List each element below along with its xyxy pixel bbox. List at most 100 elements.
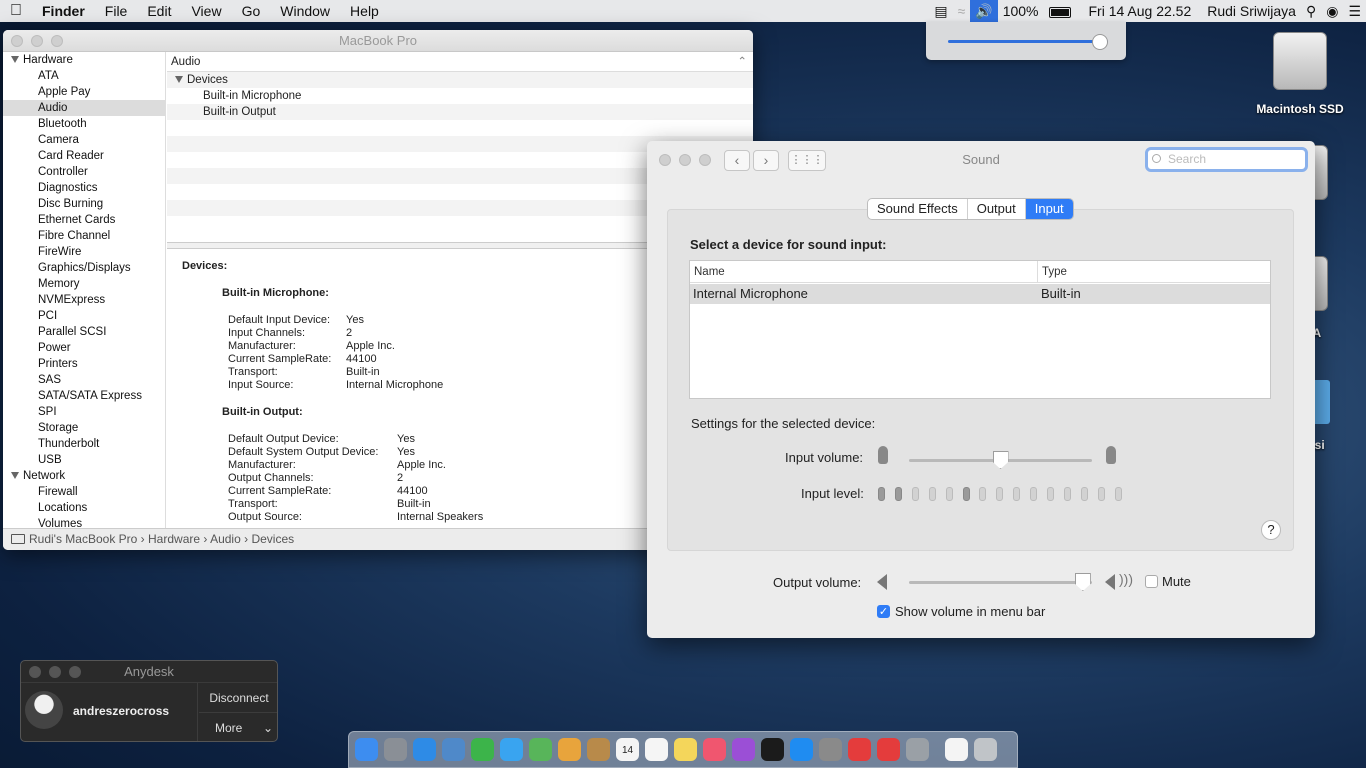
finder-icon[interactable] (355, 738, 378, 761)
music-icon[interactable] (703, 738, 726, 761)
sidebar-item[interactable]: ATA (3, 68, 165, 84)
disclosure-triangle-icon[interactable] (175, 76, 183, 84)
safari-icon[interactable] (413, 738, 436, 761)
sidebar-item[interactable]: SAS (3, 372, 165, 388)
show-all-grid-icon[interactable]: ⋮⋮⋮ (788, 150, 826, 171)
anydesk-alt-icon[interactable] (877, 738, 900, 761)
tree-item[interactable]: Built-in Output (167, 104, 753, 120)
menu-go[interactable]: Go (232, 3, 271, 19)
sidebar-item[interactable]: Firewall (3, 484, 165, 500)
tab-output[interactable]: Output (968, 199, 1026, 219)
calendar-icon[interactable]: 14 (616, 738, 639, 761)
menu-file[interactable]: File (95, 3, 138, 19)
sidebar-item[interactable]: SATA/SATA Express (3, 388, 165, 404)
sidebar-item[interactable]: Printers (3, 356, 165, 372)
clock[interactable]: Fri 14 Aug 22.52 (1084, 3, 1197, 19)
messages-icon[interactable] (500, 738, 523, 761)
search-input[interactable]: Search (1145, 147, 1308, 172)
siri-icon[interactable]: ◉ (1321, 3, 1343, 20)
disclosure-triangle-icon[interactable] (11, 56, 19, 64)
column-header-type[interactable]: Type (1038, 261, 1270, 283)
more-button[interactable]: More ⌄ (199, 713, 277, 741)
user-name[interactable]: Rudi Sriwijaya (1202, 3, 1301, 19)
app-store-icon[interactable] (790, 738, 813, 761)
tv-icon[interactable] (761, 738, 784, 761)
zoom-button[interactable] (51, 35, 63, 47)
sidebar-item[interactable]: Graphics/Displays (3, 260, 165, 276)
sidebar-item[interactable]: Thunderbolt (3, 436, 165, 452)
volume-slider-knob[interactable] (1092, 34, 1108, 50)
facetime-icon[interactable] (471, 738, 494, 761)
notification-center-icon[interactable]: ☰ (1343, 3, 1366, 20)
menu-help[interactable]: Help (340, 3, 389, 19)
sidebar-item[interactable]: Volumes (3, 516, 165, 528)
column-header-name[interactable]: Name (690, 261, 1038, 283)
sidebar-item[interactable]: USB (3, 452, 165, 468)
notes-icon[interactable] (587, 738, 610, 761)
table-row[interactable]: Internal Microphone Built-in (690, 284, 1270, 304)
path-item[interactable]: Rudi's MacBook Pro (29, 532, 137, 546)
path-item[interactable]: Audio (210, 532, 241, 546)
maps-icon[interactable] (529, 738, 552, 761)
stickies-icon[interactable] (674, 738, 697, 761)
tree-item[interactable]: Built-in Microphone (167, 88, 753, 104)
sidebar-item[interactable]: Diagnostics (3, 180, 165, 196)
sidebar-item[interactable]: Disc Burning (3, 196, 165, 212)
volume-slider-track[interactable] (948, 40, 1108, 43)
system-preferences-icon[interactable] (819, 738, 842, 761)
sidebar-item[interactable]: Ethernet Cards (3, 212, 165, 228)
spotlight-search-icon[interactable]: ⚲ (1301, 3, 1321, 20)
battery-icon[interactable] (1044, 3, 1076, 19)
minimize-button[interactable] (31, 35, 43, 47)
close-button[interactable] (659, 154, 671, 166)
output-volume-slider[interactable] (909, 581, 1092, 584)
sidebar-group-network[interactable]: Network (3, 468, 165, 484)
minimize-button[interactable] (49, 666, 61, 678)
disclosure-triangle-icon[interactable] (11, 472, 19, 480)
sidebar-item[interactable]: NVMExpress (3, 292, 165, 308)
menu-app-name[interactable]: Finder (32, 3, 95, 19)
forward-button[interactable]: › (753, 150, 779, 171)
volume-menu-icon[interactable]: 🔊 (970, 0, 998, 22)
sidebar-item[interactable]: Fibre Channel (3, 228, 165, 244)
sidebar-item[interactable]: SPI (3, 404, 165, 420)
window-titlebar[interactable]: MacBook Pro (3, 30, 753, 52)
window-titlebar[interactable]: Anydesk (21, 661, 277, 683)
sidebar-item[interactable]: Camera (3, 132, 165, 148)
preview-icon[interactable] (442, 738, 465, 761)
sidebar-item[interactable]: Locations (3, 500, 165, 516)
tab-input[interactable]: Input (1025, 199, 1073, 219)
sort-chevron-icon[interactable]: ⌃ (737, 52, 747, 72)
launchpad-icon[interactable] (384, 738, 407, 761)
menu-window[interactable]: Window (270, 3, 340, 19)
menu-edit[interactable]: Edit (137, 3, 181, 19)
sidebar-item[interactable]: Storage (3, 420, 165, 436)
sidebar-item[interactable]: FireWire (3, 244, 165, 260)
help-button[interactable]: ? (1261, 520, 1281, 540)
sidebar-item[interactable]: Audio (3, 100, 165, 116)
wifi-icon[interactable]: ≈ (953, 3, 971, 19)
sidebar-item[interactable]: Card Reader (3, 148, 165, 164)
window-titlebar[interactable]: ‹ › ⋮⋮⋮ Sound Search (647, 141, 1315, 179)
minimize-button[interactable] (679, 154, 691, 166)
sidebar-item[interactable]: Parallel SCSI (3, 324, 165, 340)
document-icon[interactable] (945, 738, 968, 761)
show-volume-checkbox[interactable]: ✓ (877, 605, 890, 618)
activity-monitor-icon[interactable]: ▤ (929, 3, 952, 20)
path-item[interactable]: Devices (251, 532, 294, 546)
sidebar-group-hardware[interactable]: Hardware (3, 52, 165, 68)
podcasts-icon[interactable] (732, 738, 755, 761)
path-item[interactable]: Hardware (148, 532, 200, 546)
column-header[interactable]: Audio ⌃ (167, 52, 753, 72)
sidebar-item[interactable]: PCI (3, 308, 165, 324)
back-button[interactable]: ‹ (724, 150, 750, 171)
apple-menu-icon[interactable]:  (0, 2, 32, 20)
sidebar-item[interactable]: Bluetooth (3, 116, 165, 132)
close-button[interactable] (29, 666, 41, 678)
close-button[interactable] (11, 35, 23, 47)
tab-sound-effects[interactable]: Sound Effects (868, 199, 968, 219)
trash-icon[interactable] (974, 738, 997, 761)
tree-group-devices[interactable]: Devices (167, 72, 753, 88)
sidebar-item[interactable]: Controller (3, 164, 165, 180)
output-volume-thumb[interactable] (1074, 573, 1091, 591)
